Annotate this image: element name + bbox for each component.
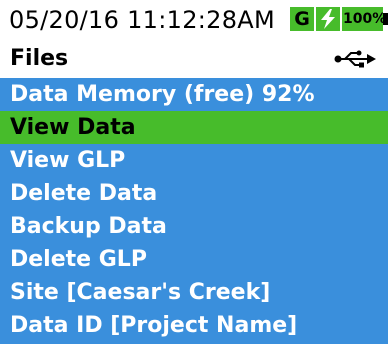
battery-tip	[383, 13, 388, 25]
menu-item-view-data[interactable]: View Data	[0, 111, 388, 144]
gps-indicator: G	[290, 7, 314, 31]
menu-item-delete-data[interactable]: Delete Data	[0, 177, 388, 210]
menu-item-data-id[interactable]: Data ID [Project Name]	[0, 309, 388, 342]
menu-item-backup-data[interactable]: Backup Data	[0, 210, 388, 243]
device-screen: 05/20/16 11:12:28AM G 100% Files Data Me…	[0, 0, 388, 344]
usb-icon	[334, 50, 376, 68]
menu-item-data-memory[interactable]: Data Memory (free) 92%	[0, 78, 388, 111]
battery-indicator: 100%	[342, 7, 383, 31]
status-bar: 05/20/16 11:12:28AM G 100%	[0, 0, 388, 40]
menu-list: Data Memory (free) 92% View Data View GL…	[0, 78, 388, 344]
menu-item-site[interactable]: Site [Caesar's Creek]	[0, 276, 388, 309]
datetime-display: 05/20/16 11:12:28AM	[9, 6, 276, 34]
menu-header: Files	[0, 40, 388, 78]
menu-title: Files	[10, 46, 69, 71]
menu-item-delete-glp[interactable]: Delete GLP	[0, 243, 388, 276]
lightning-bolt-icon	[316, 7, 340, 31]
menu-item-view-glp[interactable]: View GLP	[0, 144, 388, 177]
